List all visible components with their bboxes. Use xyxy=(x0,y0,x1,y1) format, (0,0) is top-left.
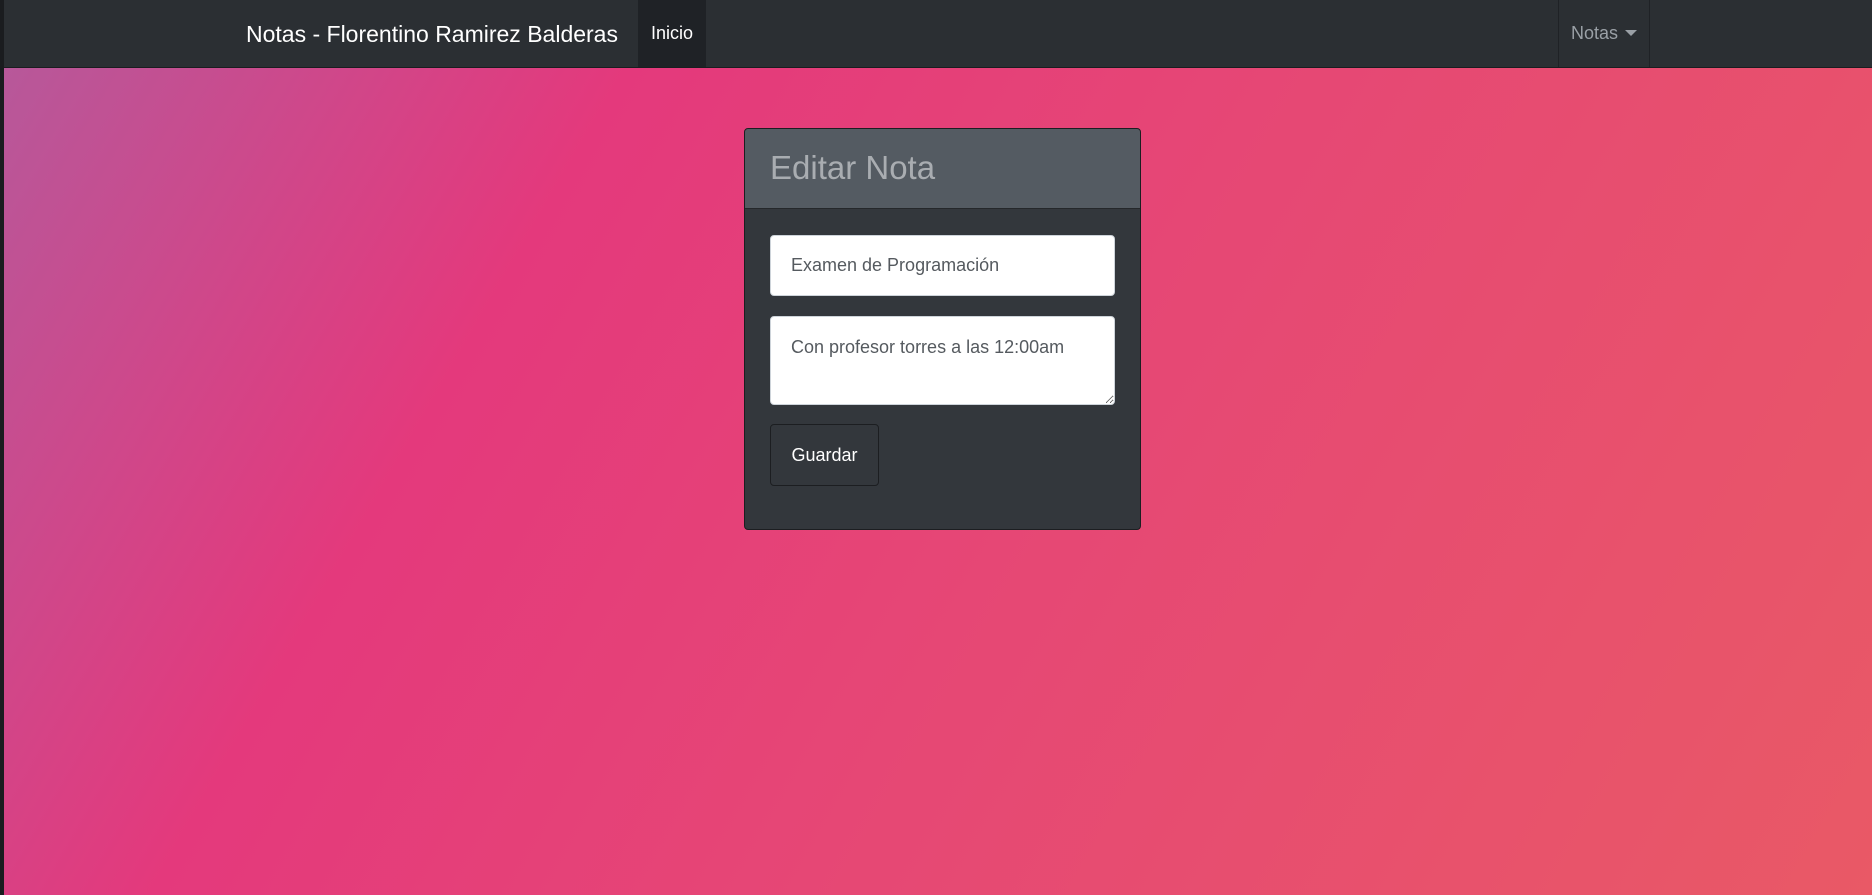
save-button[interactable]: Guardar xyxy=(770,424,879,486)
card-title: Editar Nota xyxy=(770,149,936,186)
note-title-input[interactable] xyxy=(770,235,1115,296)
card-header: Editar Nota xyxy=(745,129,1140,209)
navbar-brand[interactable]: Notas - Florentino Ramirez Balderas xyxy=(246,0,618,68)
notas-dropdown[interactable]: Notas xyxy=(1558,0,1650,67)
notas-dropdown-label: Notas xyxy=(1571,23,1619,43)
chevron-down-icon xyxy=(1625,30,1638,36)
top-navbar: Notas - Florentino Ramirez Balderas Inic… xyxy=(4,0,1872,68)
nav-item-inicio[interactable]: Inicio xyxy=(638,0,706,67)
edit-note-card: Editar Nota Con profesor torres a las 12… xyxy=(744,128,1141,530)
note-description-textarea[interactable]: Con profesor torres a las 12:00am xyxy=(770,316,1115,405)
